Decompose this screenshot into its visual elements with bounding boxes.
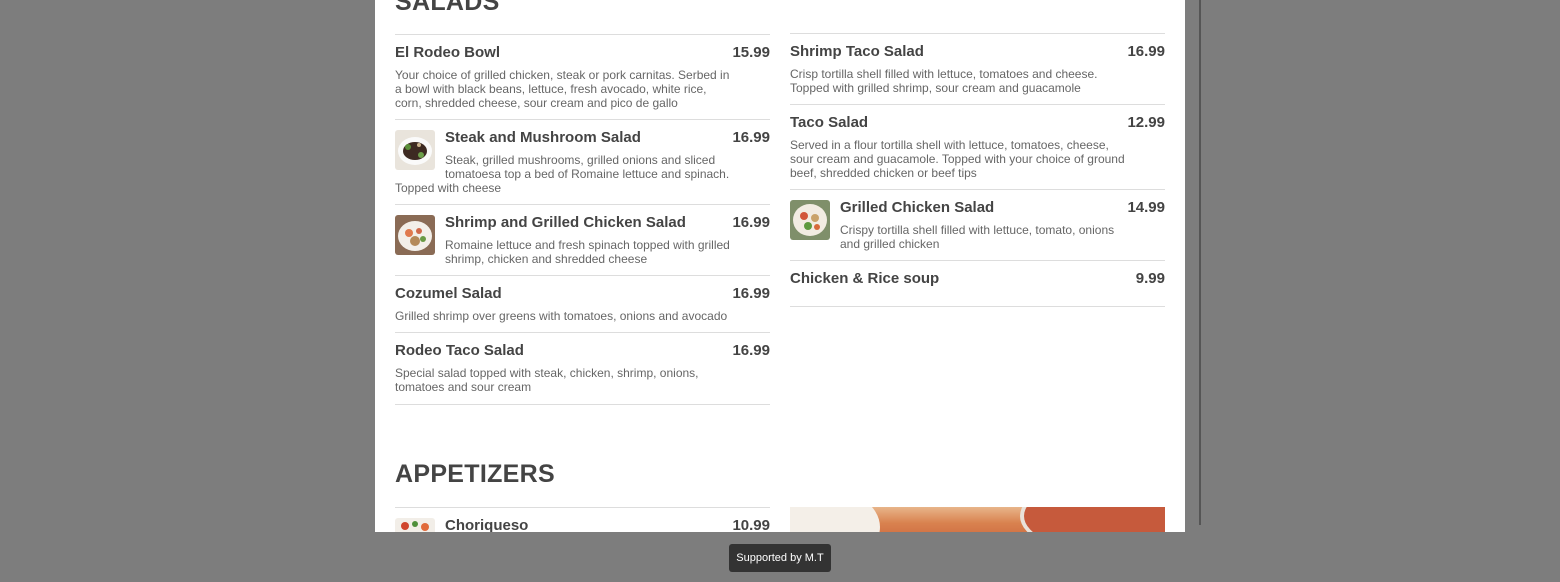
item-price: 10.99 (732, 517, 770, 532)
item-description: Steak, grilled mushrooms, grilled onions… (395, 153, 770, 195)
item-description: Crispy tortilla shell filled with lettuc… (840, 223, 1115, 251)
item-description: Special salad topped with steak, chicken… (395, 366, 699, 394)
item-price: 16.99 (732, 342, 770, 359)
item-price: 15.99 (732, 44, 770, 61)
menu-item-chicken-rice-soup[interactable]: Chicken & Rice soup 9.99 (790, 260, 1165, 307)
item-price: 16.99 (732, 285, 770, 302)
item-description: Grilled shrimp over greens with tomatoes… (395, 309, 728, 323)
menu-item-steak-mushroom-salad[interactable]: Steak and Mushroom Salad 16.99 Steak, gr… (395, 119, 770, 204)
item-description: Crisp tortilla shell filled with lettuce… (790, 67, 1098, 95)
menu-item-rodeo-taco-salad[interactable]: Rodeo Taco Salad 16.99 Special salad top… (395, 332, 770, 405)
menu-item-choriqueso[interactable]: Choriqueso 10.99 (395, 507, 770, 532)
scrollbar-edge[interactable] (1199, 0, 1201, 525)
item-name: Grilled Chicken Salad (840, 199, 995, 216)
section-title-salads: SALADS (395, 0, 500, 16)
item-description: Your choice of grilled chicken, steak or… (395, 68, 730, 110)
menu-item-shrimp-taco-salad[interactable]: Shrimp Taco Salad 16.99 Crisp tortilla s… (790, 33, 1165, 104)
item-price: 16.99 (732, 214, 770, 231)
item-name: Shrimp and Grilled Chicken Salad (445, 214, 686, 231)
section-title-appetizers: APPETIZERS (395, 460, 555, 488)
item-name: Steak and Mushroom Salad (445, 129, 641, 146)
menu-item-el-rodeo-bowl[interactable]: El Rodeo Bowl 15.99 Your choice of grill… (395, 34, 770, 119)
item-description-line: Topped with cheese (395, 181, 502, 195)
menu-item-cozumel-salad[interactable]: Cozumel Salad 16.99 Grilled shrimp over … (395, 275, 770, 332)
item-price: 9.99 (1135, 270, 1165, 287)
menu-panel: SALADS El Rodeo Bowl 15.99 Your choice o… (375, 0, 1185, 532)
salads-left-column: El Rodeo Bowl 15.99 Your choice of grill… (395, 34, 770, 405)
item-price: 16.99 (1127, 43, 1165, 60)
sauce-bowl-shape (1020, 507, 1165, 532)
item-name: Rodeo Taco Salad (395, 342, 524, 359)
appetizers-left-column: Choriqueso 10.99 (395, 507, 770, 532)
item-name: Taco Salad (790, 114, 869, 131)
item-name: Cozumel Salad (395, 285, 502, 302)
menu-item-taco-salad[interactable]: Taco Salad 12.99 Served in a flour torti… (790, 104, 1165, 189)
appetizer-photo-icon[interactable] (395, 518, 435, 532)
salads-right-column: Shrimp Taco Salad 16.99 Crisp tortilla s… (790, 33, 1165, 307)
menu-item-shrimp-grilled-chicken-salad[interactable]: Shrimp and Grilled Chicken Salad 16.99 R… (395, 204, 770, 275)
item-description: Romaine lettuce and fresh spinach topped… (445, 238, 730, 266)
item-description: Served in a flour tortilla shell with le… (790, 138, 1125, 180)
appetizer-feature-photo (790, 507, 1165, 532)
item-name: El Rodeo Bowl (395, 44, 500, 61)
item-price: 12.99 (1127, 114, 1165, 131)
plate-shape (790, 507, 880, 532)
item-name: Chicken & Rice soup (790, 270, 940, 287)
menu-item-grilled-chicken-salad[interactable]: Grilled Chicken Salad 14.99 Crispy torti… (790, 189, 1165, 260)
item-name: Choriqueso (445, 517, 529, 532)
supported-by-badge[interactable]: Supported by M.T (729, 544, 831, 572)
salad-photo-icon[interactable] (395, 130, 435, 170)
item-description-line: Steak, grilled mushrooms, grilled onions… (445, 153, 730, 181)
item-price: 14.99 (1127, 199, 1165, 216)
salad-photo-icon[interactable] (790, 200, 830, 240)
item-name: Shrimp Taco Salad (790, 43, 924, 60)
item-price: 16.99 (732, 129, 770, 146)
salad-photo-icon[interactable] (395, 215, 435, 255)
